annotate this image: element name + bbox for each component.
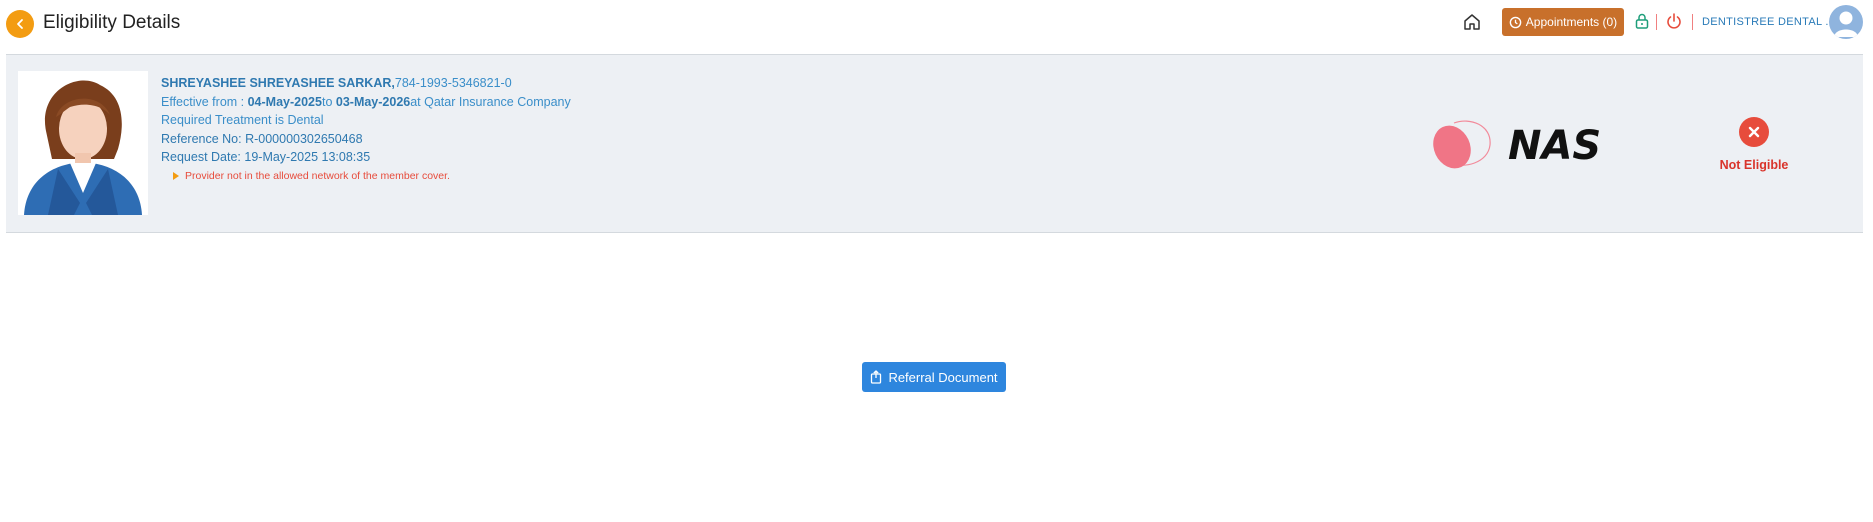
upload-icon bbox=[871, 370, 882, 384]
payer-logo-text: NAS bbox=[1508, 123, 1601, 169]
effective-prefix: Effective from : bbox=[161, 94, 248, 109]
divider bbox=[1692, 14, 1693, 30]
to-label: to bbox=[321, 94, 336, 109]
effective-from: 04-May-2025 bbox=[247, 94, 322, 109]
member-photo bbox=[18, 71, 148, 215]
member-name-line: SHREYASHEE SHREYASHEE SARKAR,784-1993-53… bbox=[161, 74, 571, 93]
power-icon[interactable] bbox=[1665, 12, 1683, 30]
lock-icon[interactable] bbox=[1633, 12, 1651, 30]
effective-to: 03-May-2026 bbox=[335, 94, 411, 109]
caret-right-icon bbox=[173, 171, 179, 180]
payer-logo: NAS bbox=[1420, 115, 1620, 175]
request-date: Request Date: 19-May-2025 13:08:35 bbox=[161, 150, 371, 164]
effective-line: Effective from : 04-May-2025to 03-May-20… bbox=[161, 93, 571, 112]
insurer: at Qatar Insurance Company bbox=[410, 94, 571, 109]
status-icon bbox=[1739, 117, 1769, 147]
referral-document-button[interactable]: Referral Document bbox=[862, 362, 1006, 392]
eligibility-status: Not Eligible bbox=[1719, 158, 1789, 172]
appointment-icon bbox=[1509, 16, 1522, 28]
user-icon bbox=[1834, 11, 1858, 37]
chevron-left-icon bbox=[17, 19, 23, 29]
divider bbox=[1656, 14, 1657, 30]
appointments-button[interactable]: Appointments (0) bbox=[1502, 8, 1624, 36]
referral-document-label: Referral Document bbox=[888, 369, 998, 385]
error-message: Provider not in the allowed network of t… bbox=[185, 169, 450, 182]
close-icon bbox=[1748, 126, 1760, 138]
member-info: SHREYASHEE SHREYASHEE SARKAR,784-1993-53… bbox=[161, 74, 571, 185]
eligibility-panel: SHREYASHEE SHREYASHEE SARKAR,784-1993-53… bbox=[6, 54, 1863, 233]
back-button[interactable] bbox=[6, 10, 34, 38]
error-message-line: Provider not in the allowed network of t… bbox=[173, 167, 571, 186]
reference-number: Reference No: R-000000302650468 bbox=[161, 131, 363, 146]
top-header: Eligibility Details Appointments (0) DEN… bbox=[0, 0, 1873, 44]
member-avatar-icon bbox=[24, 80, 142, 215]
home-icon[interactable] bbox=[1462, 12, 1482, 32]
page-title: Eligibility Details bbox=[43, 12, 181, 33]
treatment-line: Required Treatment is Dental bbox=[161, 113, 324, 127]
user-name[interactable]: DENTISTREE DENTAL ... bbox=[1702, 16, 1835, 28]
member-name: SHREYASHEE SHREYASHEE SARKAR, bbox=[161, 76, 395, 90]
appointments-label: Appointments (0) bbox=[1525, 15, 1618, 29]
avatar[interactable] bbox=[1829, 5, 1863, 39]
member-id: 784-1993-5346821-0 bbox=[394, 76, 512, 90]
